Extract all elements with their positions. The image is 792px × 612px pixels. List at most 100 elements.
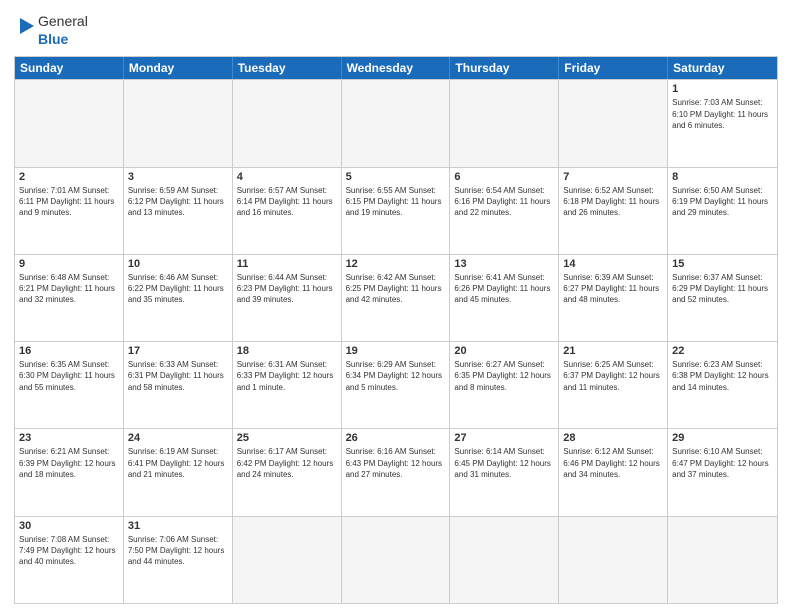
day-info: Sunrise: 6:35 AM Sunset: 6:30 PM Dayligh…: [19, 359, 119, 393]
logo-blue: Blue: [38, 31, 68, 47]
calendar-row-1: 2 Sunrise: 7:01 AM Sunset: 6:11 PM Daylig…: [15, 167, 777, 254]
day-info: Sunrise: 6:29 AM Sunset: 6:34 PM Dayligh…: [346, 359, 446, 393]
day-number: 17: [128, 345, 228, 357]
calendar-cell: 15Sunrise: 6:37 AM Sunset: 6:29 PM Dayli…: [668, 255, 777, 341]
day-number: 18: [237, 345, 337, 357]
day-number: 2: [19, 171, 119, 183]
calendar-cell: 11 Sunrise: 6:44 AM Sunset: 6:23 PM Dayli…: [233, 255, 342, 341]
day-info: Sunrise: 6:21 AM Sunset: 6:39 PM Dayligh…: [19, 446, 119, 480]
day-number: 8: [672, 171, 773, 183]
day-info: Sunrise: 6:48 AM Sunset: 6:21 PM Dayligh…: [19, 272, 119, 306]
day-number: 14: [563, 258, 663, 270]
day-of-week-sunday: Sunday: [15, 57, 124, 79]
day-number: 9: [19, 258, 119, 270]
calendar-row-0: 1 Sunrise: 7:03 AM Sunset: 6:10 PM Daylig…: [15, 79, 777, 166]
day-info: Sunrise: 6:50 AM Sunset: 6:19 PM Dayligh…: [672, 185, 773, 219]
day-number: 24: [128, 432, 228, 444]
day-info: Sunrise: 6:55 AM Sunset: 6:15 PM Dayligh…: [346, 185, 446, 219]
calendar-cell: 27Sunrise: 6:14 AM Sunset: 6:45 PM Dayli…: [450, 429, 559, 515]
day-number: 6: [454, 171, 554, 183]
day-number: 12: [346, 258, 446, 270]
calendar-cell: [559, 80, 668, 166]
day-info: Sunrise: 6:10 AM Sunset: 6:47 PM Dayligh…: [672, 446, 773, 480]
calendar-cell: 19 Sunrise: 6:29 AM Sunset: 6:34 PM Dayli…: [342, 342, 451, 428]
day-of-week-thursday: Thursday: [450, 57, 559, 79]
calendar-cell: 16 Sunrise: 6:35 AM Sunset: 6:30 PM Dayli…: [15, 342, 124, 428]
day-info: Sunrise: 6:44 AM Sunset: 6:23 PM Dayligh…: [237, 272, 337, 306]
calendar-cell: 7 Sunrise: 6:52 AM Sunset: 6:18 PM Daylig…: [559, 168, 668, 254]
day-number: 1: [672, 83, 773, 95]
day-info: Sunrise: 7:01 AM Sunset: 6:11 PM Dayligh…: [19, 185, 119, 219]
day-number: 27: [454, 432, 554, 444]
day-number: 15: [672, 258, 773, 270]
calendar-cell: 17Sunrise: 6:33 AM Sunset: 6:31 PM Dayli…: [124, 342, 233, 428]
calendar-cell: 26 Sunrise: 6:16 AM Sunset: 6:43 PM Dayli…: [342, 429, 451, 515]
day-info: Sunrise: 6:57 AM Sunset: 6:14 PM Dayligh…: [237, 185, 337, 219]
day-number: 10: [128, 258, 228, 270]
day-of-week-tuesday: Tuesday: [233, 57, 342, 79]
day-info: Sunrise: 6:54 AM Sunset: 6:16 PM Dayligh…: [454, 185, 554, 219]
calendar-cell: 2 Sunrise: 7:01 AM Sunset: 6:11 PM Daylig…: [15, 168, 124, 254]
day-info: Sunrise: 6:46 AM Sunset: 6:22 PM Dayligh…: [128, 272, 228, 306]
calendar-cell: 20 Sunrise: 6:27 AM Sunset: 6:35 PM Dayli…: [450, 342, 559, 428]
day-info: Sunrise: 6:52 AM Sunset: 6:18 PM Dayligh…: [563, 185, 663, 219]
day-info: Sunrise: 6:41 AM Sunset: 6:26 PM Dayligh…: [454, 272, 554, 306]
day-number: 28: [563, 432, 663, 444]
day-number: 31: [128, 520, 228, 532]
day-info: Sunrise: 7:03 AM Sunset: 6:10 PM Dayligh…: [672, 97, 773, 131]
day-of-week-friday: Friday: [559, 57, 668, 79]
day-info: Sunrise: 6:12 AM Sunset: 6:46 PM Dayligh…: [563, 446, 663, 480]
day-number: 23: [19, 432, 119, 444]
logo-container: General Blue: [14, 12, 88, 48]
day-number: 7: [563, 171, 663, 183]
calendar-cell: 14 Sunrise: 6:39 AM Sunset: 6:27 PM Dayli…: [559, 255, 668, 341]
day-number: 20: [454, 345, 554, 357]
calendar-row-4: 23 Sunrise: 6:21 AM Sunset: 6:39 PM Dayli…: [15, 428, 777, 515]
day-info: Sunrise: 6:39 AM Sunset: 6:27 PM Dayligh…: [563, 272, 663, 306]
logo: General Blue: [14, 12, 88, 48]
logo-triangle-icon: [14, 16, 36, 44]
calendar-cell: 30Sunrise: 7:08 AM Sunset: 7:49 PM Dayli…: [15, 517, 124, 603]
day-info: Sunrise: 6:17 AM Sunset: 6:42 PM Dayligh…: [237, 446, 337, 480]
calendar-cell: 10 Sunrise: 6:46 AM Sunset: 6:22 PM Dayli…: [124, 255, 233, 341]
day-info: Sunrise: 7:06 AM Sunset: 7:50 PM Dayligh…: [128, 534, 228, 568]
calendar-cell: 24 Sunrise: 6:19 AM Sunset: 6:41 PM Dayli…: [124, 429, 233, 515]
calendar-cell: 8 Sunrise: 6:50 AM Sunset: 6:19 PM Daylig…: [668, 168, 777, 254]
page: General Blue SundayMondayTuesdayWednesda…: [0, 0, 792, 612]
calendar-cell: [450, 80, 559, 166]
day-info: Sunrise: 6:31 AM Sunset: 6:33 PM Dayligh…: [237, 359, 337, 393]
calendar-cell: 12Sunrise: 6:42 AM Sunset: 6:25 PM Dayli…: [342, 255, 451, 341]
calendar-cell: 29 Sunrise: 6:10 AM Sunset: 6:47 PM Dayli…: [668, 429, 777, 515]
calendar-cell: 25 Sunrise: 6:17 AM Sunset: 6:42 PM Dayli…: [233, 429, 342, 515]
logo-text: General Blue: [38, 12, 88, 48]
calendar-cell: [342, 517, 451, 603]
day-info: Sunrise: 7:08 AM Sunset: 7:49 PM Dayligh…: [19, 534, 119, 568]
calendar-cell: 28 Sunrise: 6:12 AM Sunset: 6:46 PM Dayli…: [559, 429, 668, 515]
day-number: 16: [19, 345, 119, 357]
calendar-cell: [233, 80, 342, 166]
calendar-cell: 13 Sunrise: 6:41 AM Sunset: 6:26 PM Dayli…: [450, 255, 559, 341]
day-number: 13: [454, 258, 554, 270]
day-number: 29: [672, 432, 773, 444]
day-info: Sunrise: 6:27 AM Sunset: 6:35 PM Dayligh…: [454, 359, 554, 393]
day-of-week-saturday: Saturday: [668, 57, 777, 79]
day-number: 11: [237, 258, 337, 270]
day-number: 21: [563, 345, 663, 357]
day-number: 25: [237, 432, 337, 444]
day-number: 19: [346, 345, 446, 357]
calendar-body: 1 Sunrise: 7:03 AM Sunset: 6:10 PM Daylig…: [15, 79, 777, 603]
day-number: 5: [346, 171, 446, 183]
day-number: 26: [346, 432, 446, 444]
logo-general: General: [38, 13, 88, 29]
calendar-cell: 3Sunrise: 6:59 AM Sunset: 6:12 PM Daylig…: [124, 168, 233, 254]
calendar-cell: [450, 517, 559, 603]
calendar-cell: 18 Sunrise: 6:31 AM Sunset: 6:33 PM Dayli…: [233, 342, 342, 428]
day-number: 22: [672, 345, 773, 357]
day-info: Sunrise: 6:19 AM Sunset: 6:41 PM Dayligh…: [128, 446, 228, 480]
day-number: 4: [237, 171, 337, 183]
calendar: SundayMondayTuesdayWednesdayThursdayFrid…: [14, 56, 778, 604]
calendar-cell: 9 Sunrise: 6:48 AM Sunset: 6:21 PM Daylig…: [15, 255, 124, 341]
day-info: Sunrise: 6:16 AM Sunset: 6:43 PM Dayligh…: [346, 446, 446, 480]
calendar-cell: 1 Sunrise: 7:03 AM Sunset: 6:10 PM Daylig…: [668, 80, 777, 166]
calendar-cell: 22Sunrise: 6:23 AM Sunset: 6:38 PM Dayli…: [668, 342, 777, 428]
